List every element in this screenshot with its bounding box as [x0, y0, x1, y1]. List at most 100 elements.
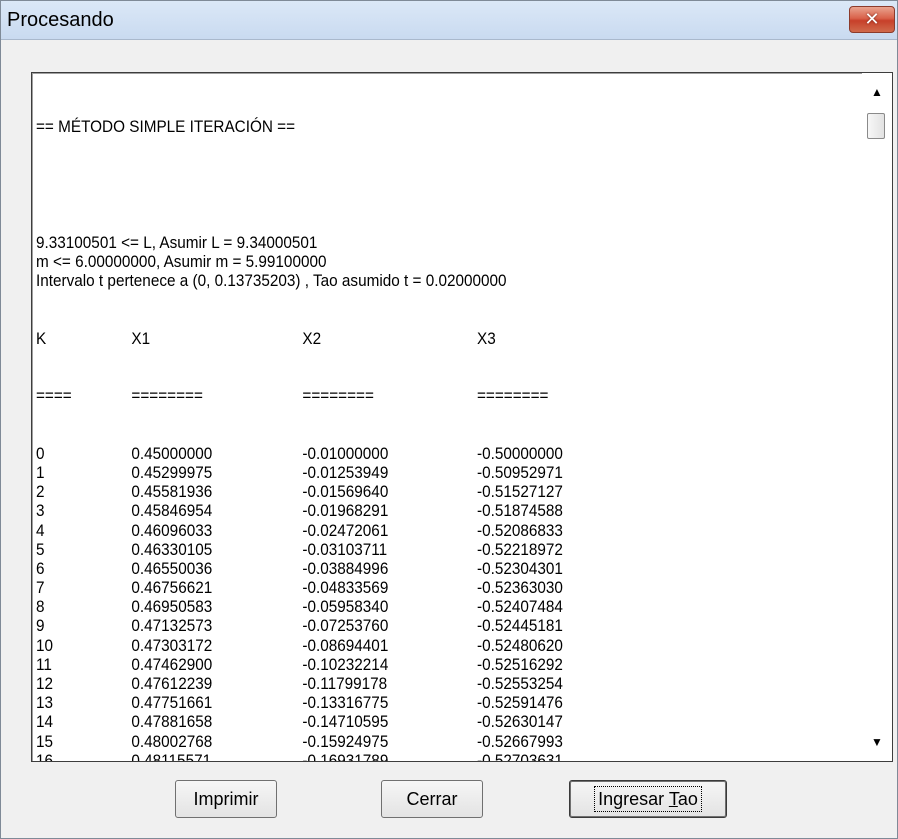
arrow-up-icon: ▲ [871, 85, 883, 99]
table-row: 13 0.47751661 -0.13316775 -0.52591476 [36, 693, 776, 712]
cell-x1: 0.46550036 [131, 558, 213, 578]
cell-x2: -0.11799178 [302, 674, 388, 693]
table-row: 7 0.46756621 -0.04833569 -0.52363030 [36, 578, 776, 597]
cell-x2: -0.01000000 [302, 443, 389, 463]
close-button-label: Cerrar [406, 788, 458, 809]
cell-x3: -0.52363030 [477, 578, 563, 598]
cell-x2: -0.16931789 [302, 750, 389, 761]
print-button[interactable]: Imprimir [175, 780, 277, 818]
print-button-label: Imprimir [193, 788, 259, 809]
close-button[interactable]: ✕ [849, 6, 895, 33]
vertical-scrollbar[interactable]: ▲ ▼ [862, 73, 892, 761]
iteration-table: 0 0.45000000 -0.01000000 -0.50000000 1 0.4529… [36, 444, 776, 761]
info-line: 9.33100501 <= L, Asumir L = 9.34000501 [36, 232, 318, 252]
title-bar[interactable]: Procesando ✕ [1, 1, 897, 40]
table-row: 2 0.45581936 -0.01569640 -0.51527127 [36, 482, 776, 501]
cell-x1: 0.47612239 [131, 674, 213, 693]
cell-x2: -0.14710595 [302, 712, 389, 732]
cell-k: 1 [36, 462, 45, 482]
cell-x1: 0.45299975 [131, 462, 213, 482]
cell-x1: 0.47462900 [131, 654, 213, 674]
table-row: 4 0.46096033 -0.02472061 -0.52086833 [36, 521, 776, 540]
cell-x2: -0.13316775 [302, 693, 389, 713]
table-row: 14 0.47881658 -0.14710595 -0.52630147 [36, 712, 776, 731]
table-row: 6 0.46550036 -0.03884996 -0.52304301 [36, 559, 776, 578]
arrow-down-icon: ▼ [871, 735, 883, 749]
scroll-thumb[interactable] [867, 113, 885, 139]
scroll-down-button[interactable]: ▼ [862, 723, 892, 761]
cell-k: 8 [36, 597, 45, 617]
cell-x2: -0.01569640 [302, 482, 389, 502]
cell-x3: -0.52591476 [477, 693, 563, 713]
cell-x1: 0.45000000 [131, 443, 213, 463]
cell-x2: -0.15924975 [302, 731, 389, 751]
cell-x3: -0.52218972 [477, 539, 563, 559]
info-line: Intervalo t pertenece a (0, 0.13735203) … [36, 270, 507, 290]
column-header-k: K [36, 328, 47, 348]
cell-x1: 0.48115571 [131, 750, 212, 761]
table-row: 8 0.46950583 -0.05958340 -0.52407484 [36, 597, 776, 616]
cell-x1: 0.45846954 [131, 501, 213, 521]
column-header-x2: X2 [302, 328, 322, 348]
table-row: 10 0.47303172 -0.08694401 -0.52480620 [36, 636, 776, 655]
cell-k: 9 [36, 616, 45, 636]
column-separators: ==== ======== ======== ======== [36, 386, 776, 405]
cell-x3: -0.52445181 [477, 616, 563, 636]
cell-x1: 0.46096033 [131, 520, 213, 540]
enter-tao-button-label: Ingresar Tao [594, 786, 702, 812]
cell-x3: -0.52630147 [477, 712, 563, 732]
column-headers: K X1 X2 X3 [36, 329, 776, 348]
cell-x1: 0.48002768 [131, 731, 213, 751]
cell-x2: -0.04833569 [302, 578, 389, 598]
cell-x1: 0.46756621 [131, 578, 213, 598]
cell-x1: 0.47881658 [131, 712, 213, 732]
table-row: 1 0.45299975 -0.01253949 -0.50952971 [36, 463, 776, 482]
cell-x3: -0.50000000 [477, 443, 563, 463]
cell-x1: 0.45581936 [131, 482, 213, 502]
cell-k: 12 [36, 674, 54, 693]
table-row: 9 0.47132573 -0.07253760 -0.52445181 [36, 616, 776, 635]
table-row: 16 0.48115571 -0.16931789 -0.52703631 [36, 751, 776, 761]
cell-x3: -0.52553254 [477, 674, 563, 693]
close-dialog-button[interactable]: Cerrar [381, 780, 483, 818]
cell-k: 6 [36, 558, 45, 578]
cell-k: 15 [36, 731, 54, 751]
table-row: 5 0.46330105 -0.03103711 -0.52218972 [36, 540, 776, 559]
tao-label-prefix: Ingresar [598, 789, 669, 809]
cell-x2: -0.05958340 [302, 597, 389, 617]
separator-x2: ======== [302, 386, 374, 406]
cell-k: 16 [36, 750, 54, 761]
cell-k: 11 [36, 654, 52, 674]
cell-x1: 0.47132573 [131, 616, 213, 636]
scroll-up-button[interactable]: ▲ [862, 73, 892, 111]
cell-x1: 0.46330105 [131, 539, 213, 559]
cell-x2: -0.08694401 [302, 635, 389, 655]
separator-k: ==== [36, 386, 72, 406]
column-header-x3: X3 [477, 328, 496, 348]
cell-x3: -0.51527127 [477, 482, 563, 502]
cell-x3: -0.52407484 [477, 597, 563, 617]
cell-x2: -0.03884996 [302, 558, 389, 578]
output-header: == MÉTODO SIMPLE ITERACIÓN == [36, 117, 296, 137]
cell-k: 3 [36, 501, 45, 521]
cell-x2: -0.03103711 [302, 539, 388, 559]
enter-tao-button[interactable]: Ingresar Tao [569, 780, 727, 818]
tao-label-suffix: ao [677, 789, 698, 809]
cell-x3: -0.52480620 [477, 635, 563, 655]
cell-x3: -0.52703631 [477, 750, 563, 761]
cell-k: 4 [36, 520, 45, 540]
table-row: 15 0.48002768 -0.15924975 -0.52667993 [36, 732, 776, 751]
cell-k: 14 [36, 712, 54, 732]
table-row: 0 0.45000000 -0.01000000 -0.50000000 [36, 444, 776, 463]
table-row: 3 0.45846954 -0.01968291 -0.51874588 [36, 501, 776, 520]
cell-x3: -0.52516292 [477, 654, 563, 674]
cell-k: 0 [36, 443, 45, 463]
cell-k: 2 [36, 482, 45, 502]
cell-k: 13 [36, 693, 54, 713]
table-row: 11 0.47462900 -0.10232214 -0.52516292 [36, 655, 776, 674]
cell-k: 5 [36, 539, 45, 559]
output-text-area[interactable]: == MÉTODO SIMPLE ITERACIÓN == 9.33100501… [31, 72, 893, 762]
cell-x2: -0.10232214 [302, 654, 389, 674]
cell-x2: -0.01968291 [302, 501, 389, 521]
